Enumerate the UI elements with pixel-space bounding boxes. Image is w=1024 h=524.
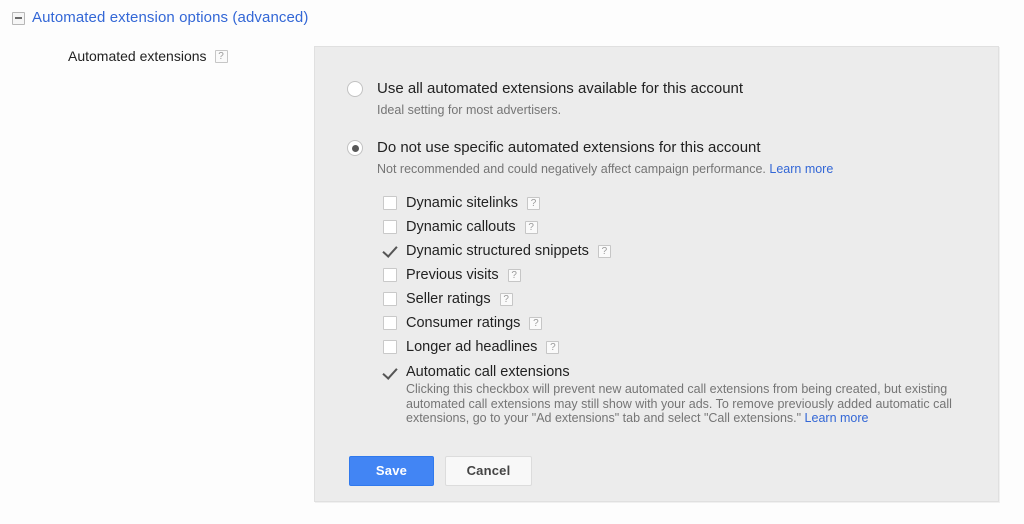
help-icon-dynamic-sitelinks[interactable]: ? [527, 196, 540, 210]
help-icon-seller-ratings[interactable]: ? [499, 292, 513, 306]
checkbox-label-consumer-ratings[interactable]: Consumer ratings [406, 314, 520, 332]
minus-bar [15, 17, 22, 19]
radio-label-use-all[interactable]: Use all automated extensions available f… [377, 79, 743, 98]
checkbox-label-automatic-call-extensions[interactable]: Automatic call extensions [406, 363, 976, 381]
radio-label-do-not-use[interactable]: Do not use specific automated extensions… [377, 138, 761, 157]
help-icon-dynamic-callouts[interactable]: ? [524, 220, 538, 234]
learn-more-link-call-extensions[interactable]: Learn more [805, 411, 869, 425]
help-icon-dynamic-structured-snippets[interactable]: ? [597, 244, 611, 258]
checkbox-automatic-call-extensions[interactable] [383, 366, 397, 380]
panel-actions: Save Cancel [349, 455, 984, 486]
checkbox-longer-ad-headlines[interactable] [383, 340, 397, 354]
help-icon-automated-extensions[interactable]: ? [214, 49, 228, 63]
radio-use-all-automated-extensions[interactable] [347, 81, 363, 97]
checkbox-label-previous-visits[interactable]: Previous visits [406, 266, 499, 284]
section-header[interactable]: Automated extension options (advanced) [12, 9, 308, 27]
help-icon-previous-visits[interactable]: ? [507, 268, 521, 282]
checkbox-row-previous-visits[interactable]: Previous visits ? [383, 263, 984, 287]
checkbox-label-dynamic-callouts[interactable]: Dynamic callouts [406, 218, 516, 236]
field-label: Automated extensions [68, 48, 207, 64]
automatic-call-extensions-description: Clicking this checkbox will prevent new … [406, 382, 976, 426]
checkbox-dynamic-callouts[interactable] [383, 220, 397, 234]
checkbox-consumer-ratings[interactable] [383, 316, 397, 330]
checkbox-row-automatic-call-extensions[interactable]: Automatic call extensions Clicking this … [383, 363, 984, 426]
checkbox-row-dynamic-callouts[interactable]: Dynamic callouts ? [383, 215, 984, 239]
help-icon-longer-ad-headlines[interactable]: ? [546, 340, 560, 354]
learn-more-link-options[interactable]: Learn more [769, 162, 833, 176]
checkbox-row-consumer-ratings[interactable]: Consumer ratings ? [383, 311, 984, 335]
save-button[interactable]: Save [349, 455, 434, 486]
checkbox-row-dynamic-structured-snippets[interactable]: Dynamic structured snippets ? [383, 239, 984, 263]
automatic-call-extensions-description-text: Clicking this checkbox will prevent new … [406, 382, 952, 425]
panel-content: Use all automated extensions available f… [347, 79, 984, 486]
minus-box-icon[interactable] [12, 11, 25, 25]
radio-do-not-use-specific-extensions[interactable] [347, 140, 363, 156]
section-title[interactable]: Automated extension options (advanced) [32, 9, 308, 27]
option-do-not-use-block: Do not use specific automated extensions… [347, 138, 984, 426]
checkbox-label-dynamic-sitelinks[interactable]: Dynamic sitelinks [406, 194, 518, 212]
checkbox-label-seller-ratings[interactable]: Seller ratings [406, 290, 491, 308]
checkbox-row-dynamic-sitelinks[interactable]: Dynamic sitelinks ? [383, 191, 984, 215]
checkbox-dynamic-sitelinks[interactable] [383, 196, 397, 210]
radio-row-use-all[interactable]: Use all automated extensions available f… [347, 79, 984, 98]
checkbox-dynamic-structured-snippets[interactable] [383, 244, 397, 258]
checkbox-label-dynamic-structured-snippets[interactable]: Dynamic structured snippets [406, 242, 589, 260]
checkbox-previous-visits[interactable] [383, 268, 397, 282]
checkbox-seller-ratings[interactable] [383, 292, 397, 306]
automatic-call-extensions-text: Automatic call extensions Clicking this … [406, 363, 976, 426]
radio-row-do-not-use[interactable]: Do not use specific automated extensions… [347, 138, 984, 157]
field-label-row: Automated extensions ? [68, 47, 228, 65]
checkbox-row-longer-ad-headlines[interactable]: Longer ad headlines ? [383, 335, 984, 359]
automated-extension-checkbox-list: Dynamic sitelinks ? Dynamic callouts ? D… [383, 191, 984, 426]
automated-extensions-panel: Use all automated extensions available f… [314, 46, 999, 502]
option-do-not-use-description-text: Not recommended and could negatively aff… [377, 162, 766, 176]
help-icon-consumer-ratings[interactable]: ? [529, 316, 543, 330]
option-use-all-description: Ideal setting for most advertisers. [377, 103, 562, 117]
option-do-not-use-description: Not recommended and could negatively aff… [377, 161, 984, 177]
checkbox-row-seller-ratings[interactable]: Seller ratings ? [383, 287, 984, 311]
checkbox-label-longer-ad-headlines[interactable]: Longer ad headlines [406, 338, 537, 356]
cancel-button[interactable]: Cancel [445, 455, 532, 486]
option-use-all-block: Use all automated extensions available f… [347, 79, 984, 118]
